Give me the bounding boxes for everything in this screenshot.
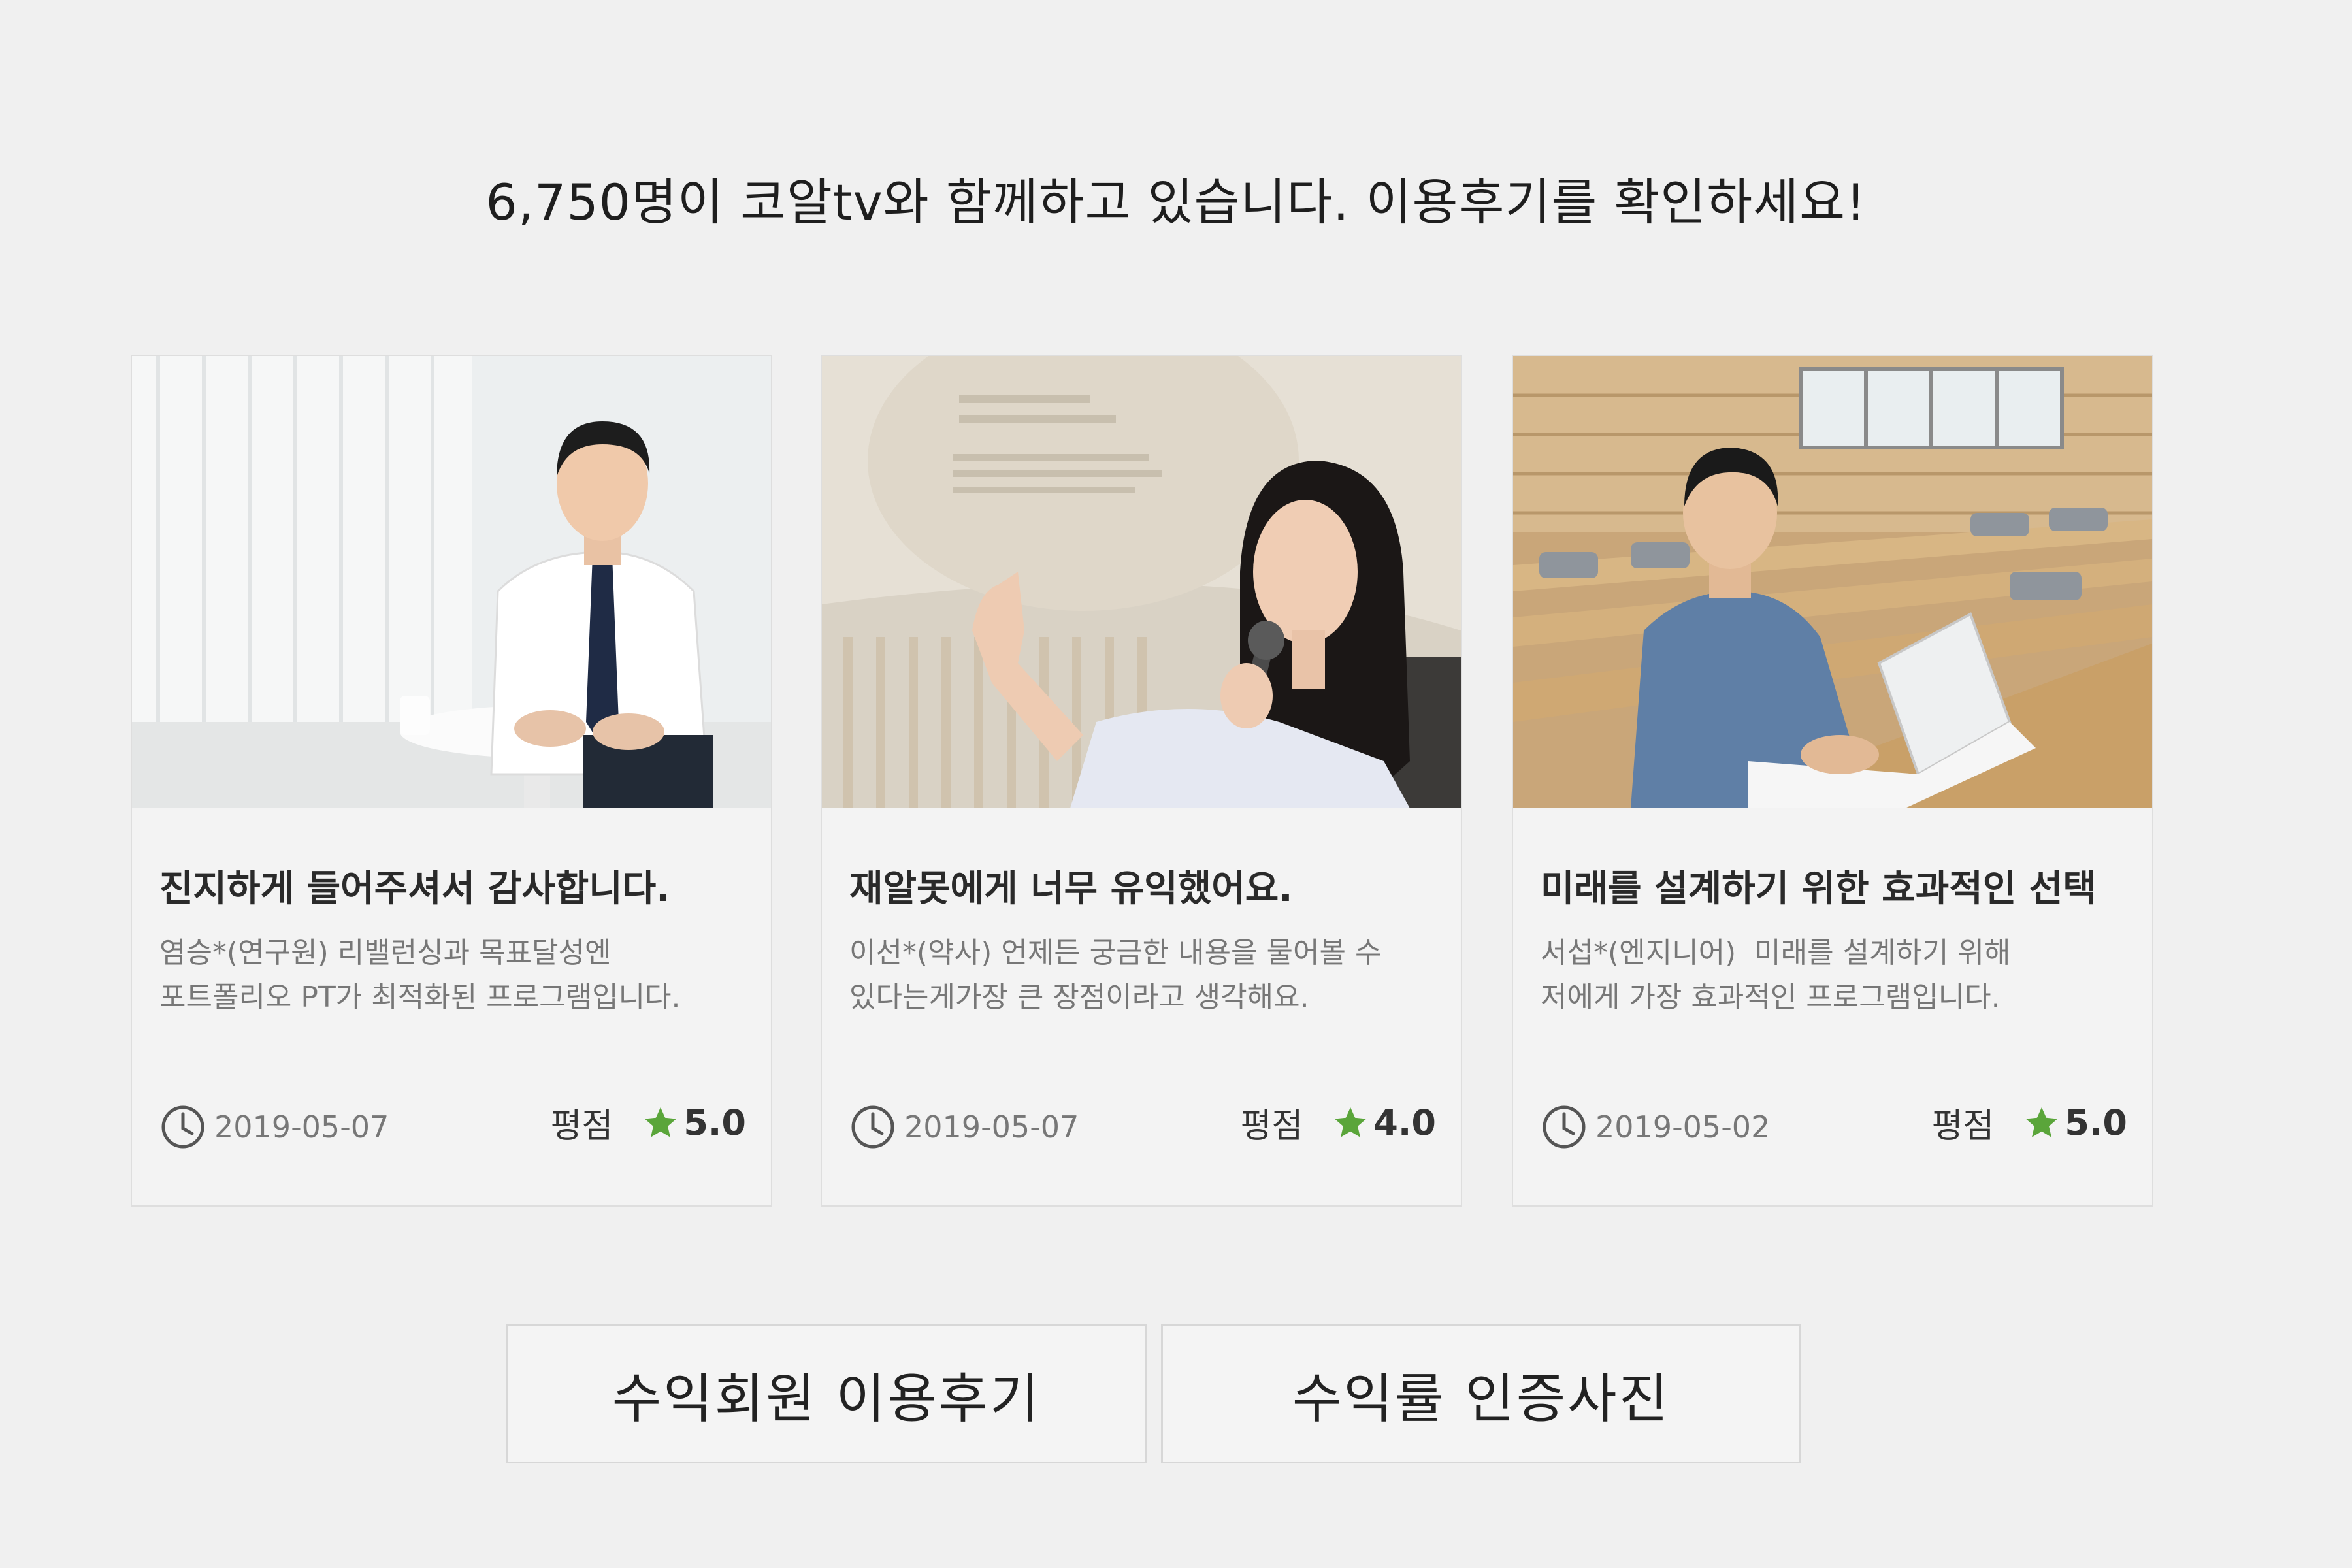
review-description: 이선*(약사) 언제든 궁금한 내용을 물어볼 수 있다는게가장 큰 장점이라고… xyxy=(849,931,1437,1020)
rating-value: 5.0 xyxy=(2065,1102,2127,1143)
review-date: 2019-05-07 xyxy=(849,1103,1079,1151)
review-desc-line: 포트폴리오 PT가 최적화된 프로그램입니다. xyxy=(159,981,681,1014)
headline-text: 6,750명이 코알tv와 함께하고 있습니다. 이용후기를 확인하세요! xyxy=(485,173,1867,231)
review-card[interactable]: 미래를 설계하기 위한 효과적인 선택 서섭*(엔지니어) 미래를 설계하기 위… xyxy=(1512,355,2153,1207)
review-photo-woman-presenting xyxy=(822,356,1461,808)
rating-label: 평점 xyxy=(1240,1107,1303,1146)
star-icon xyxy=(1335,1107,1367,1137)
star-icon xyxy=(2026,1107,2058,1137)
review-card[interactable]: 진지하게 들어주셔서 감사합니다. 염승*(연구원) 리밸런싱과 목표달성엔 포… xyxy=(131,355,772,1207)
clock-icon xyxy=(1543,1105,1586,1149)
rating-value: 5.0 xyxy=(683,1102,746,1143)
review-desc-line: 염승*(연구원) 리밸런싱과 목표달성엔 xyxy=(159,936,612,970)
review-description: 서섭*(엔지니어) 미래를 설계하기 위해 저에게 가장 효과적인 프로그램입니… xyxy=(1541,931,2129,1020)
review-photo-man-office xyxy=(132,356,771,808)
review-desc-line: 저에게 가장 효과적인 프로그램입니다. xyxy=(1541,981,2001,1014)
star-icon xyxy=(645,1107,677,1137)
review-date-text: 2019-05-07 xyxy=(214,1109,389,1145)
member-reviews-button[interactable]: 수익회원 이용후기 xyxy=(506,1324,1147,1463)
clock-icon xyxy=(161,1105,204,1149)
review-title: 진지하게 들어주셔서 감사합니다. xyxy=(159,868,670,910)
review-card[interactable]: 재알못에게 너무 유익했어요. 이선*(약사) 언제든 궁금한 내용을 물어볼 … xyxy=(821,355,1462,1207)
review-desc-line: 이선*(약사) 언제든 궁금한 내용을 물어볼 수 xyxy=(849,936,1382,970)
review-title: 재알못에게 너무 유익했어요. xyxy=(849,868,1293,910)
review-rating: 평점 5.0 xyxy=(551,1098,746,1147)
review-desc-line: 있다는게가장 큰 장점이라고 생각해요. xyxy=(849,981,1309,1014)
review-rating: 평점 4.0 xyxy=(1241,1098,1436,1147)
review-date: 2019-05-07 xyxy=(159,1103,389,1151)
review-description: 염승*(연구원) 리밸런싱과 목표달성엔 포트폴리오 PT가 최적화된 프로그램… xyxy=(159,931,747,1020)
review-date-text: 2019-05-02 xyxy=(1595,1109,1771,1145)
clock-icon xyxy=(851,1105,894,1149)
review-rating: 평점 5.0 xyxy=(1932,1098,2127,1147)
review-date-text: 2019-05-07 xyxy=(904,1109,1079,1145)
rating-label: 평점 xyxy=(550,1107,613,1146)
rating-value: 4.0 xyxy=(1373,1102,1436,1143)
review-title: 미래를 설계하기 위한 효과적인 선택 xyxy=(1541,868,2097,910)
review-date: 2019-05-02 xyxy=(1541,1103,1770,1151)
rating-label: 평점 xyxy=(1931,1107,1995,1146)
review-photo-student-lecture-hall xyxy=(1513,356,2152,808)
review-desc-line: 서섭*(엔지니어) 미래를 설계하기 위해 xyxy=(1541,936,2011,970)
page-headline: 6,750명이 코알tv와 함께하고 있습니다. 이용후기를 확인하세요! xyxy=(0,162,2352,234)
proof-photos-button[interactable]: 수익률 인증사진 xyxy=(1161,1324,1801,1463)
review-cards: 진지하게 들어주셔서 감사합니다. 염승*(연구원) 리밸런싱과 목표달성엔 포… xyxy=(131,355,2157,1209)
